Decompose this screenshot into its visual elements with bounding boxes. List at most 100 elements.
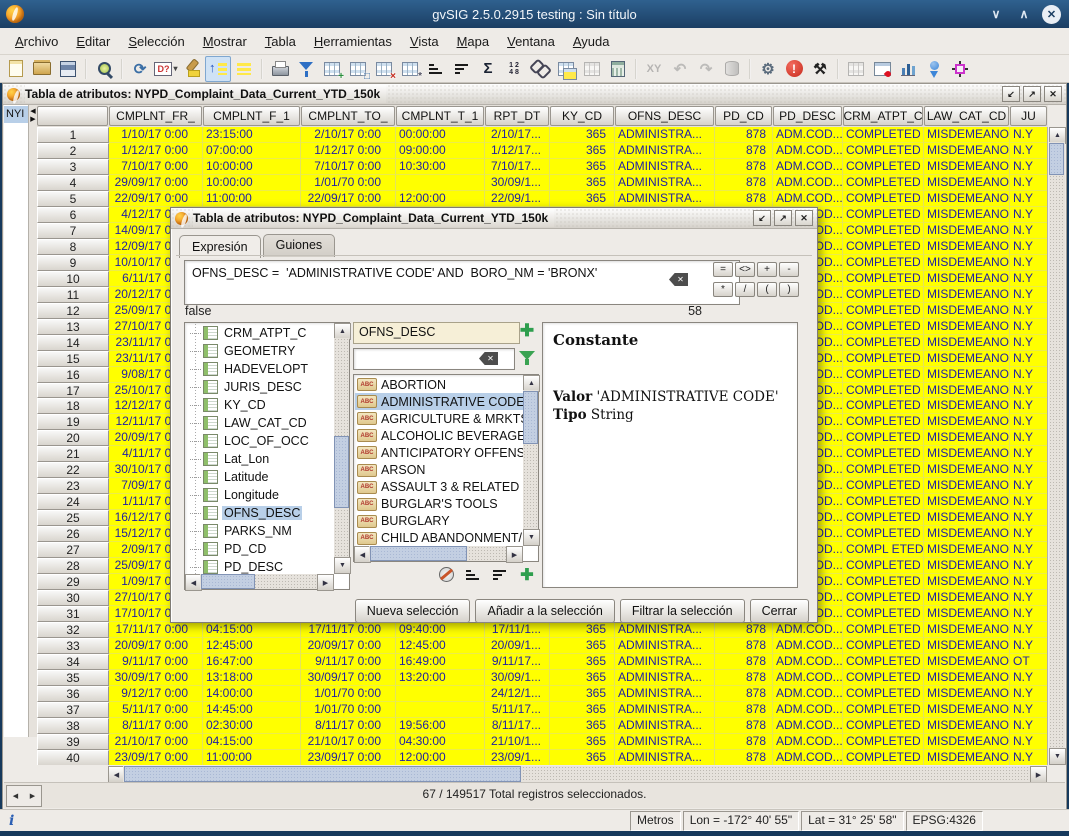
notes-icon[interactable] — [843, 56, 869, 82]
center-view-icon[interactable] — [947, 56, 973, 82]
value-item-burglary[interactable]: ABCBURGLARY — [355, 513, 523, 530]
row-number[interactable]: 20 — [37, 430, 109, 446]
maximize-window-icon[interactable]: ∧ — [1014, 4, 1034, 24]
row-number[interactable]: 6 — [37, 207, 109, 223]
scrollbar-thumb[interactable] — [124, 766, 521, 782]
new-document-icon[interactable] — [3, 56, 29, 82]
row-number[interactable]: 40 — [37, 750, 109, 765]
row-number[interactable]: 24 — [37, 494, 109, 510]
numeric-fields-icon[interactable] — [501, 56, 527, 82]
field-item-hadevelopt[interactable]: HADEVELOPT — [186, 360, 334, 378]
export-table-icon[interactable] — [579, 56, 605, 82]
scrollbar-thumb[interactable] — [1049, 143, 1064, 175]
row-number[interactable]: 18 — [37, 398, 109, 414]
move-selection-to-top-icon[interactable] — [205, 56, 231, 82]
row-number[interactable]: 13 — [37, 319, 109, 335]
selected-rows-icon[interactable] — [231, 56, 257, 82]
expand-right-icon[interactable]: ▶ — [30, 115, 35, 123]
column-header-cmplnt-to-[interactable]: CMPLNT_TO_ — [301, 106, 395, 126]
row-number[interactable]: 5 — [37, 191, 109, 207]
sort-descending-icon[interactable] — [449, 56, 475, 82]
remove-column-icon[interactable] — [371, 56, 397, 82]
selected-field-box[interactable]: OFNS_DESC — [353, 322, 520, 344]
value-item-administrative-code[interactable]: ABCADMINISTRATIVE CODE — [355, 393, 523, 410]
table-window-titlebar[interactable]: Tabla de atributos: NYPD_Complaint_Data_… — [3, 84, 1066, 105]
column-header-cmplnt-f-1[interactable]: CMPLNT_F_1 — [203, 106, 300, 126]
value-item-assault-3-related[interactable]: ABCASSAULT 3 & RELATED ( — [355, 479, 523, 496]
filtrar-la-seleccion-button[interactable]: Filtrar la selección — [620, 599, 745, 623]
field-item-pd-desc[interactable]: PD_DESC — [186, 558, 334, 574]
join-tables-icon[interactable] — [553, 56, 579, 82]
operator-button-neq[interactable]: <> — [735, 262, 755, 277]
xy-coordinates-icon[interactable]: XY — [641, 56, 667, 82]
row-number[interactable]: 35 — [37, 670, 109, 686]
menu-editar[interactable]: Editar — [67, 30, 119, 53]
menu-herramientas[interactable]: Herramientas — [305, 30, 401, 53]
field-item-ky-cd[interactable]: KY_CD — [186, 396, 334, 414]
field-item-longitude[interactable]: Longitude — [186, 486, 334, 504]
minimize-dialog-icon[interactable]: ↙ — [753, 210, 771, 226]
column-header-ju[interactable]: JU — [1010, 106, 1047, 126]
row-number[interactable]: 29 — [37, 574, 109, 590]
column-header-crm-atpt-c[interactable]: CRM_ATPT_C — [843, 106, 923, 126]
row-number[interactable]: 37 — [37, 702, 109, 718]
maximize-table-window-icon[interactable]: ↗ — [1023, 86, 1041, 102]
menu-mostrar[interactable]: Mostrar — [194, 30, 256, 53]
operator-button-mult[interactable]: * — [713, 282, 733, 297]
column-header-rpt-dt[interactable]: RPT_DT — [485, 106, 549, 126]
column-header-ky-cd[interactable]: KY_CD — [550, 106, 614, 126]
menu-seleccion[interactable]: Selección — [119, 30, 193, 53]
sample-values-icon[interactable] — [436, 565, 456, 584]
save-project-icon[interactable] — [55, 56, 81, 82]
row-number[interactable]: 34 — [37, 654, 109, 670]
row-number[interactable]: 8 — [37, 239, 109, 255]
filter-values-icon[interactable] — [518, 348, 536, 368]
column-header-cmplnt-t-1[interactable]: CMPLNT_T_1 — [396, 106, 484, 126]
operator-button-eq[interactable]: = — [713, 262, 733, 277]
field-item-lat-lon[interactable]: Lat_Lon — [186, 450, 334, 468]
row-number[interactable]: 32 — [37, 622, 109, 638]
field-item-geometry[interactable]: GEOMETRY — [186, 342, 334, 360]
field-item-latitude[interactable]: Latitude — [186, 468, 334, 486]
value-item-child-abandonmentn[interactable]: ABCCHILD ABANDONMENT/N — [355, 530, 523, 546]
geoprocess-icon[interactable]: ⚙ — [755, 56, 781, 82]
row-number[interactable]: 33 — [37, 638, 109, 654]
row-number[interactable]: 17 — [37, 383, 109, 399]
table-horizontal-scrollbar[interactable]: ◀ ▶ — [108, 766, 1047, 782]
menu-ayuda[interactable]: Ayuda — [564, 30, 619, 53]
field-item-juris-desc[interactable]: JURIS_DESC — [186, 378, 334, 396]
column-header-ofns-desc[interactable]: OFNS_DESC — [615, 106, 714, 126]
open-project-icon[interactable] — [29, 56, 55, 82]
scroll-down-icon[interactable]: ▼ — [1049, 748, 1066, 765]
collapse-left-icon[interactable]: ◀ — [30, 107, 35, 115]
operator-button-minus[interactable]: - — [779, 262, 799, 277]
value-item-agriculture-mrkts[interactable]: ABCAGRICULTURE & MRKTS — [355, 410, 523, 427]
operator-button-rparen[interactable]: ) — [779, 282, 799, 297]
row-number[interactable]: 31 — [37, 606, 109, 622]
row-number[interactable]: 10 — [37, 271, 109, 287]
value-item-alcoholic-beverage-c[interactable]: ABCALCOHOLIC BEVERAGE C — [355, 427, 523, 444]
close-table-window-icon[interactable]: ✕ — [1044, 86, 1062, 102]
redo-icon[interactable]: ↷ — [693, 56, 719, 82]
filter-icon[interactable] — [293, 56, 319, 82]
expression-input[interactable]: OFNS_DESC = 'ADMINISTRATIVE CODE' AND BO… — [184, 260, 740, 305]
row-number[interactable]: 21 — [37, 446, 109, 462]
row-number[interactable]: 3 — [37, 159, 109, 175]
row-number[interactable]: 30 — [37, 590, 109, 606]
cerrar-button[interactable]: Cerrar — [750, 599, 809, 623]
row-number-header[interactable] — [37, 106, 108, 126]
scrollbar-thumb[interactable] — [523, 391, 538, 444]
scrollbar-track[interactable] — [1049, 142, 1065, 750]
rename-column-icon[interactable] — [345, 56, 371, 82]
row-number[interactable]: 14 — [37, 335, 109, 351]
scroll-down-icon[interactable]: ▼ — [523, 529, 540, 546]
add-value-to-expression-icon[interactable]: ✚ — [517, 565, 537, 584]
database-icon[interactable] — [719, 56, 745, 82]
field-item-ofns-desc[interactable]: OFNS_DESC — [186, 504, 334, 522]
field-item-loc-of-occ[interactable]: LOC_OF_OCC — [186, 432, 334, 450]
close-dialog-icon[interactable]: ✕ — [795, 210, 813, 226]
row-number[interactable]: 9 — [37, 255, 109, 271]
field-item-parks-nm[interactable]: PARKS_NM — [186, 522, 334, 540]
sort-values-descending-icon[interactable] — [490, 565, 510, 584]
field-item-pd-cd[interactable]: PD_CD — [186, 540, 334, 558]
